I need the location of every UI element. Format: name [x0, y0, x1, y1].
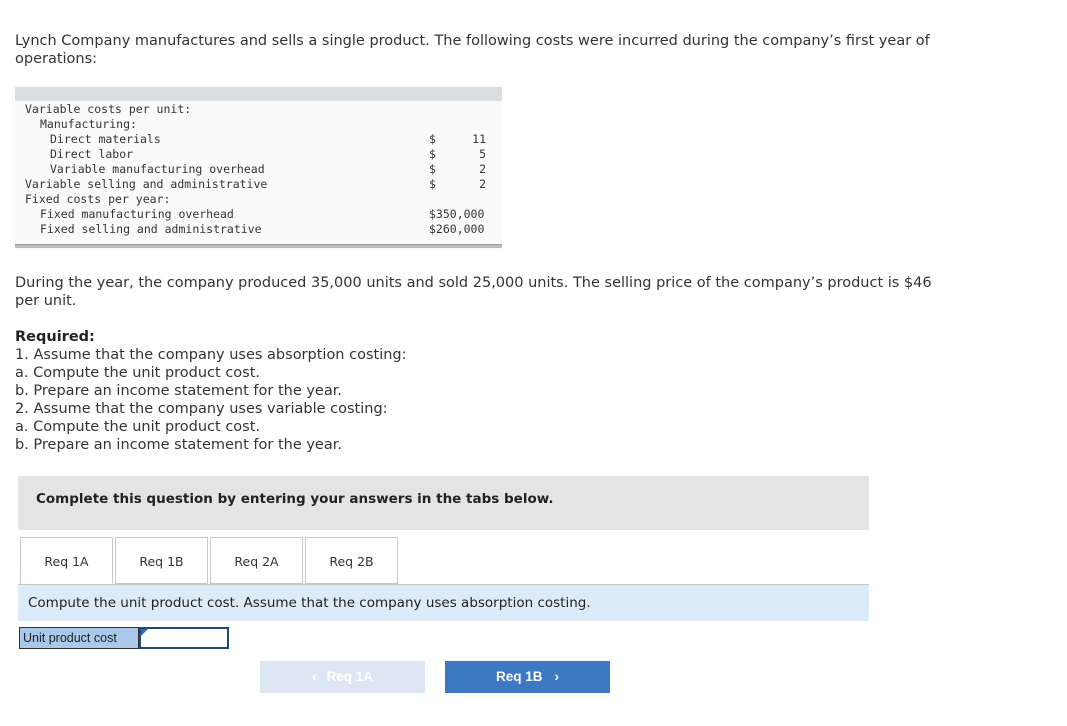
table-row: Direct labor $ 5: [15, 147, 502, 162]
table-row: Direct materials $ 11: [15, 132, 502, 147]
table-row: Variable selling and administrative $ 2: [15, 177, 502, 192]
required-title: Required:: [15, 329, 95, 345]
currency-symbol: $: [429, 147, 436, 161]
required-line: a. Compute the unit product cost.: [15, 419, 261, 435]
row-value: $260,000: [429, 222, 485, 236]
chevron-right-icon: ›: [554, 669, 560, 684]
row-label: Direct labor: [50, 147, 134, 161]
required-line: a. Compute the unit product cost.: [15, 365, 261, 381]
tab-instruction-bar: Compute the unit product cost. Assume th…: [18, 585, 869, 621]
required-line: 1. Assume that the company uses absorpti…: [15, 347, 407, 363]
table-row: Fixed manufacturing overhead $350,000: [15, 207, 502, 222]
row-label: Variable manufacturing overhead: [50, 162, 265, 176]
row-label: Fixed selling and administrative: [40, 222, 262, 236]
tab-req-1a[interactable]: Req 1A: [20, 537, 113, 584]
row-value: 11: [472, 132, 486, 146]
prev-req-button[interactable]: ‹ Req 1A: [260, 661, 425, 693]
required-line: b. Prepare an income statement for the y…: [15, 437, 342, 453]
table-row: Fixed selling and administrative $260,00…: [15, 222, 502, 237]
next-req-button[interactable]: Req 1B ›: [445, 661, 610, 693]
chevron-left-icon: ‹: [311, 669, 317, 684]
unit-product-cost-label: Unit product cost: [19, 627, 139, 649]
required-line: 2. Assume that the company uses variable…: [15, 401, 388, 417]
table-row: Variable costs per unit:: [15, 102, 502, 117]
tab-req-2b[interactable]: Req 2B: [305, 537, 398, 584]
currency-symbol: $: [429, 132, 436, 146]
table-header-bar: [15, 87, 502, 101]
table-row: Fixed costs per year:: [15, 192, 502, 207]
table-row: Manufacturing:: [15, 117, 502, 132]
table-row: Variable manufacturing overhead $ 2: [15, 162, 502, 177]
row-value: 2: [479, 177, 486, 191]
cost-table: Variable costs per unit: Manufacturing: …: [15, 87, 502, 250]
next-button-label: Req 1B: [495, 669, 543, 684]
currency-symbol: $: [429, 177, 436, 191]
tab-req-1b[interactable]: Req 1B: [115, 537, 208, 584]
row-value: 5: [479, 147, 486, 161]
row-label: Variable selling and administrative: [25, 177, 268, 191]
input-corner-marker: [141, 629, 148, 636]
tab-instruction-text: Compute the unit product cost. Assume th…: [28, 595, 591, 611]
row-value: $350,000: [429, 207, 485, 221]
intro-paragraph: Lynch Company manufactures and sells a s…: [15, 33, 930, 67]
required-section: Required: 1. Assume that the company use…: [15, 328, 407, 454]
row-label: Fixed costs per year:: [25, 192, 171, 206]
required-line: b. Prepare an income statement for the y…: [15, 383, 342, 399]
tab-req-2a[interactable]: Req 2A: [210, 537, 303, 584]
banner-text: Complete this question by entering your …: [36, 491, 554, 507]
row-label: Direct materials: [50, 132, 161, 146]
row-value: 2: [479, 162, 486, 176]
unit-product-cost-input[interactable]: [139, 627, 229, 649]
row-label: Variable costs per unit:: [25, 102, 192, 116]
instruction-banner: Complete this question by entering your …: [18, 476, 869, 530]
production-paragraph: During the year, the company produced 35…: [15, 275, 932, 309]
currency-symbol: $: [429, 162, 436, 176]
row-label: Manufacturing:: [40, 117, 137, 131]
row-label: Fixed manufacturing overhead: [40, 207, 234, 221]
prev-button-label: Req 1A: [326, 669, 373, 684]
table-footer-bar: [15, 245, 502, 248]
